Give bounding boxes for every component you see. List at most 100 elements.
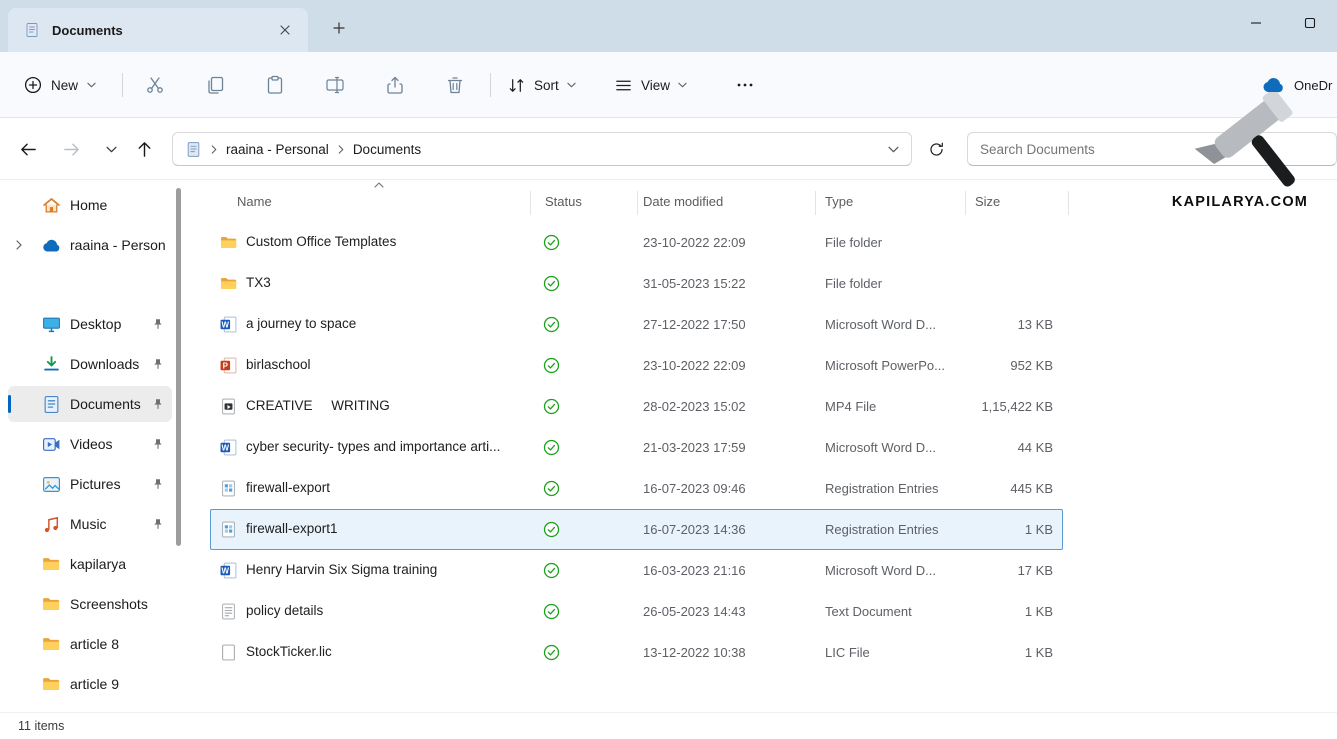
sidebar-item-onedrive[interactable]: raaina - Personal xyxy=(8,227,172,263)
file-row[interactable]: CREATIVE WRITING 28-02-2023 15:02 MP4 Fi… xyxy=(210,386,1063,427)
column-divider[interactable] xyxy=(965,191,966,215)
recent-locations-button[interactable] xyxy=(95,133,127,165)
file-row[interactable]: cyber security- types and importance art… xyxy=(210,427,1063,468)
sidebar-item-screenshots[interactable]: Screenshots xyxy=(8,586,172,622)
sidebar-item-label: Downloads xyxy=(70,356,139,372)
file-size: 1 KB xyxy=(923,604,1053,619)
chevron-right-icon xyxy=(338,145,344,154)
delete-button[interactable] xyxy=(443,73,467,97)
file-name: cyber security- types and importance art… xyxy=(246,439,500,454)
column-header-status[interactable]: Status xyxy=(545,194,582,209)
file-size: 1 KB xyxy=(923,645,1053,660)
sidebar-item-pictures[interactable]: Pictures xyxy=(8,466,172,502)
folder-icon xyxy=(220,234,237,251)
sidebar-item-label: Videos xyxy=(70,436,113,452)
file-row-selected[interactable]: firewall-export1 16-07-2023 14:36 Regist… xyxy=(210,509,1063,550)
onedrive-status[interactable]: OneDr xyxy=(1262,52,1332,118)
sidebar-item-desktop[interactable]: Desktop xyxy=(8,306,172,342)
file-date: 21-03-2023 17:59 xyxy=(643,440,746,455)
sidebar-item-videos[interactable]: Videos xyxy=(8,426,172,462)
file-row[interactable]: birlaschool 23-10-2022 22:09 Microsoft P… xyxy=(210,345,1063,386)
file-row[interactable]: Henry Harvin Six Sigma training 16-03-20… xyxy=(210,550,1063,591)
synced-status-icon xyxy=(543,521,560,538)
sidebar-item-music[interactable]: Music xyxy=(8,506,172,542)
file-date: 13-12-2022 10:38 xyxy=(643,645,746,660)
sidebar-item-article-8[interactable]: article 8 xyxy=(8,626,172,662)
toolbar-divider xyxy=(122,73,123,97)
file-name: TX3 xyxy=(246,275,271,290)
column-divider[interactable] xyxy=(1068,191,1069,215)
new-button[interactable]: New xyxy=(20,52,100,118)
generic-file-icon xyxy=(220,644,237,661)
breadcrumb-onedrive[interactable]: raaina - Personal xyxy=(226,142,329,157)
file-type: File folder xyxy=(825,235,882,250)
file-row[interactable]: StockTicker.lic 13-12-2022 10:38 LIC Fil… xyxy=(210,632,1063,673)
pin-icon xyxy=(152,358,164,370)
column-header-date[interactable]: Date modified xyxy=(643,194,723,209)
paste-button[interactable] xyxy=(263,73,287,97)
pin-icon xyxy=(152,478,164,490)
column-divider[interactable] xyxy=(637,191,638,215)
breadcrumb-documents[interactable]: Documents xyxy=(353,142,421,157)
chevron-right-icon[interactable] xyxy=(16,240,22,250)
file-date: 16-03-2023 21:16 xyxy=(643,563,746,578)
sidebar-item-article-9[interactable]: article 9 xyxy=(8,666,172,702)
pin-icon xyxy=(152,518,164,530)
refresh-button[interactable] xyxy=(920,133,952,165)
view-button-label: View xyxy=(641,78,670,93)
file-row[interactable]: policy details 26-05-2023 14:43 Text Doc… xyxy=(210,591,1063,632)
forward-button[interactable] xyxy=(55,133,87,165)
file-date: 23-10-2022 22:09 xyxy=(643,358,746,373)
sidebar-scrollbar[interactable] xyxy=(176,188,181,546)
address-dropdown-icon[interactable] xyxy=(888,146,899,153)
tab-close-icon[interactable] xyxy=(272,17,298,43)
column-divider[interactable] xyxy=(530,191,531,215)
sidebar-item-downloads[interactable]: Downloads xyxy=(8,346,172,382)
tab-documents[interactable]: Documents xyxy=(8,8,308,52)
file-size: 17 KB xyxy=(923,563,1053,578)
column-header-type[interactable]: Type xyxy=(825,194,853,209)
search-input[interactable] xyxy=(980,142,1324,157)
column-divider[interactable] xyxy=(815,191,816,215)
sidebar-item-label: Screenshots xyxy=(70,596,148,612)
file-date: 16-07-2023 14:36 xyxy=(643,522,746,537)
desktop-icon xyxy=(42,315,61,334)
sort-button[interactable]: Sort xyxy=(507,52,576,118)
synced-status-icon xyxy=(543,234,560,251)
address-bar[interactable]: raaina - Personal Documents xyxy=(172,132,912,166)
cut-button[interactable] xyxy=(143,73,167,97)
share-button[interactable] xyxy=(383,73,407,97)
file-type: LIC File xyxy=(825,645,870,660)
view-button[interactable]: View xyxy=(614,52,687,118)
file-row[interactable]: TX3 31-05-2023 15:22 File folder xyxy=(210,263,1063,304)
sidebar-item-documents[interactable]: Documents xyxy=(8,386,172,422)
sidebar-item-home[interactable]: Home xyxy=(8,187,172,223)
file-size: 445 KB xyxy=(923,481,1053,496)
search-box[interactable] xyxy=(967,132,1337,166)
file-type: Microsoft Word D... xyxy=(825,440,936,455)
tab-title: Documents xyxy=(52,23,260,38)
copy-button[interactable] xyxy=(203,73,227,97)
up-button[interactable] xyxy=(128,133,160,165)
location-icon xyxy=(185,141,202,158)
sidebar-item-kapilarya[interactable]: kapilarya xyxy=(8,546,172,582)
registry-file-icon xyxy=(220,480,237,497)
pin-icon xyxy=(152,398,164,410)
more-options-button[interactable] xyxy=(733,73,757,97)
new-tab-button[interactable] xyxy=(324,14,354,42)
sort-icon xyxy=(507,76,526,95)
minimize-button[interactable] xyxy=(1229,0,1283,46)
maximize-button[interactable] xyxy=(1283,0,1337,46)
column-header-name[interactable]: Name xyxy=(237,194,272,209)
file-row[interactable]: firewall-export 16-07-2023 09:46 Registr… xyxy=(210,468,1063,509)
titlebar: Documents xyxy=(0,0,1337,52)
file-row[interactable]: a journey to space 27-12-2022 17:50 Micr… xyxy=(210,304,1063,345)
back-button[interactable] xyxy=(12,133,44,165)
synced-status-icon xyxy=(543,480,560,497)
file-size: 1 KB xyxy=(923,522,1053,537)
file-list: Name Status Date modified Type Size Cust… xyxy=(200,180,1337,712)
rename-button[interactable] xyxy=(323,73,347,97)
file-row[interactable]: Custom Office Templates 23-10-2022 22:09… xyxy=(210,222,1063,263)
column-header-size[interactable]: Size xyxy=(975,194,1000,209)
word-document-icon xyxy=(220,316,237,333)
